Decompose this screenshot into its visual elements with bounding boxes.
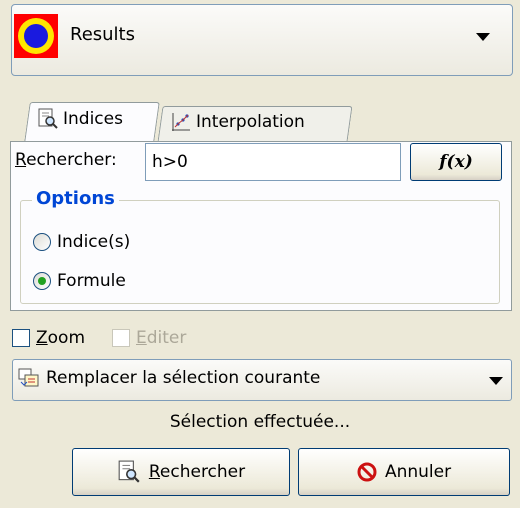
cancel-icon: [357, 462, 377, 482]
zoom-label: Zoom: [36, 328, 86, 348]
editer-checkbox-row: Editer: [112, 328, 186, 348]
chevron-down-icon[interactable]: [476, 33, 490, 41]
search-button-label: Rechercher: [148, 462, 246, 482]
radio-button[interactable]: [33, 233, 51, 251]
cancel-button-label: Annuler: [384, 462, 452, 482]
dataset-label: Results: [70, 24, 135, 45]
status-text: Sélection effectuée...: [169, 412, 351, 432]
radio-formule[interactable]: Formule: [33, 271, 126, 291]
search-document-icon: [38, 108, 58, 129]
replace-selection-icon: [18, 368, 39, 387]
search-document-icon: [118, 460, 140, 483]
radio-formule-label: Formule: [57, 271, 126, 291]
editer-label: Editer: [136, 328, 187, 348]
options-title: Options: [32, 188, 119, 209]
dataset-target-icon: [14, 14, 58, 58]
tab-interpolation-label: Interpolation: [196, 112, 305, 132]
search-label: Rechercher:: [15, 150, 117, 170]
interpolation-icon: [172, 113, 190, 131]
radio-indices[interactable]: Indice(s): [33, 232, 130, 252]
selection-mode-value: Remplacer la sélection courante: [46, 368, 321, 388]
search-input[interactable]: [145, 143, 401, 181]
cancel-button[interactable]: Annuler: [298, 448, 510, 496]
radio-button-selected[interactable]: [33, 272, 51, 290]
zoom-checkbox-row[interactable]: Zoom: [12, 328, 85, 348]
chevron-down-icon[interactable]: [489, 377, 503, 385]
tab-indices-label: Indices: [63, 109, 123, 129]
formula-button[interactable]: f(x): [410, 143, 502, 181]
radio-indices-label: Indice(s): [57, 232, 131, 252]
search-button[interactable]: Rechercher: [72, 448, 290, 496]
zoom-checkbox[interactable]: [12, 329, 30, 347]
editer-checkbox: [112, 329, 130, 347]
